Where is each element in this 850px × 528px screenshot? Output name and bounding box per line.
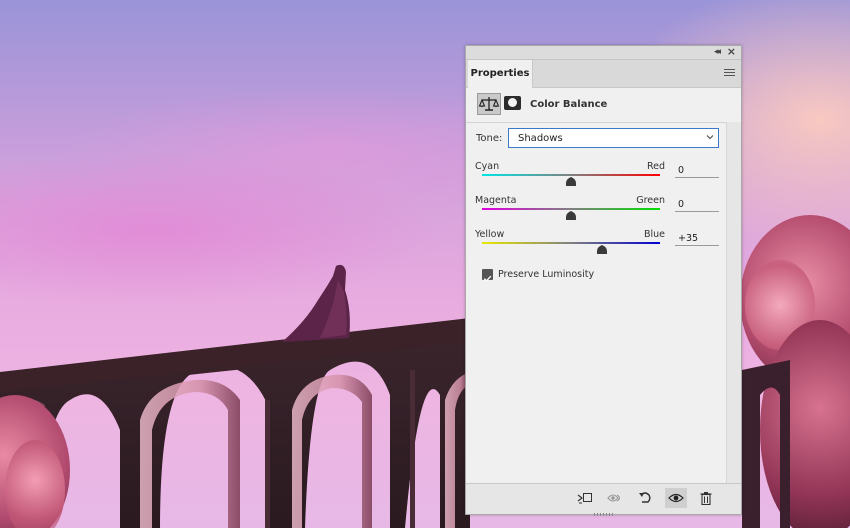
resize-grip[interactable] bbox=[594, 513, 614, 516]
trash-icon[interactable] bbox=[695, 488, 717, 508]
properties-panel: ◂◂ × Properties Color Balance Tone: Shad… bbox=[465, 45, 742, 516]
layer-mask-icon[interactable] bbox=[504, 96, 521, 110]
color-balance-icon[interactable] bbox=[477, 93, 501, 115]
tone-dropdown[interactable]: Shadows bbox=[508, 128, 719, 148]
magenta-green-slider: Magenta Green 0 bbox=[475, 195, 720, 225]
yellow-label: Yellow bbox=[475, 229, 505, 240]
magenta-label: Magenta bbox=[475, 195, 517, 206]
cyan-red-thumb[interactable] bbox=[565, 174, 577, 187]
visibility-eye-icon[interactable] bbox=[665, 488, 687, 508]
magenta-green-thumb[interactable] bbox=[565, 208, 577, 221]
cyan-red-slider: Cyan Red 0 bbox=[475, 161, 720, 191]
panel-scrollbar[interactable] bbox=[726, 122, 741, 484]
yellow-blue-track[interactable] bbox=[482, 242, 660, 244]
clip-to-layer-icon[interactable] bbox=[574, 488, 596, 508]
yellow-blue-thumb[interactable] bbox=[596, 242, 608, 255]
chevron-down-icon bbox=[706, 135, 714, 140]
tone-selected-value: Shadows bbox=[518, 133, 563, 144]
panel-menu-icon[interactable] bbox=[724, 69, 735, 77]
preserve-luminosity-label: Preserve Luminosity bbox=[498, 269, 595, 280]
red-label: Red bbox=[646, 161, 665, 172]
blue-label: Blue bbox=[643, 229, 665, 240]
checkmark-icon bbox=[483, 275, 492, 282]
preserve-luminosity-checkbox[interactable] bbox=[482, 269, 493, 282]
panel-footer bbox=[466, 483, 741, 516]
panel-titlebar[interactable]: ◂◂ × bbox=[466, 46, 741, 60]
view-previous-icon[interactable] bbox=[604, 488, 626, 508]
panel-tabstrip: Properties bbox=[466, 60, 741, 88]
magenta-green-value[interactable]: 0 bbox=[675, 198, 719, 212]
reset-icon[interactable] bbox=[634, 488, 656, 508]
tab-properties[interactable]: Properties bbox=[468, 60, 533, 88]
yellow-blue-value[interactable]: +35 bbox=[675, 232, 719, 246]
collapse-icon[interactable]: ◂◂ bbox=[714, 47, 721, 58]
green-label: Green bbox=[636, 195, 665, 206]
cyan-red-value[interactable]: 0 bbox=[675, 164, 719, 178]
adjustment-title: Color Balance bbox=[530, 99, 608, 110]
cyan-label: Cyan bbox=[475, 161, 500, 172]
yellow-blue-slider: Yellow Blue +35 bbox=[475, 229, 720, 259]
tone-label: Tone: bbox=[476, 133, 503, 144]
close-icon[interactable]: × bbox=[727, 46, 736, 58]
adjustment-header: Color Balance bbox=[466, 88, 741, 123]
